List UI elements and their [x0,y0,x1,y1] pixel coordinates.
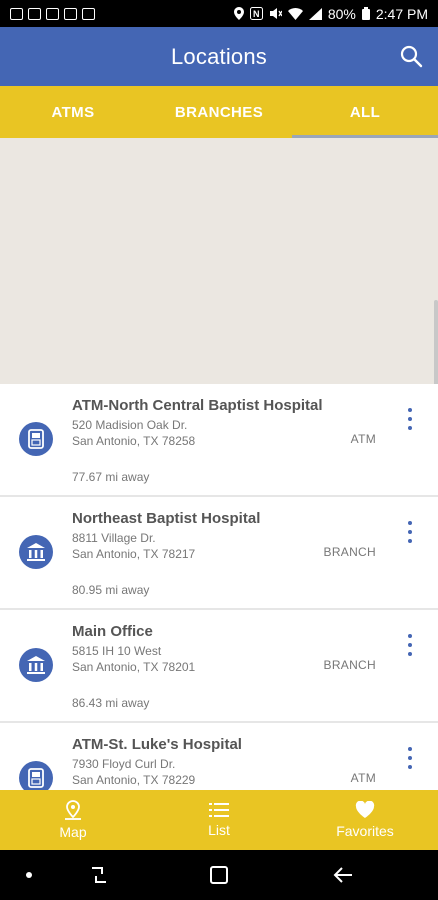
tab-all[interactable]: ALL [292,86,438,138]
system-navigation-bar [0,850,438,900]
nav-favorites[interactable]: Favorites [292,790,438,850]
location-icon [233,7,244,20]
clock: 2:47 PM [375,5,428,22]
signal-icon [308,7,322,20]
location-type: BRANCH [323,658,376,672]
svg-text:N: N [253,9,260,19]
home-icon[interactable] [208,864,230,886]
location-name: Northeast Baptist Hospital [72,510,261,527]
heart-icon [355,801,375,818]
tab-atms[interactable]: ATMS [0,86,146,138]
page-title: Locations [171,43,267,69]
location-address: 5815 IH 10 West [72,644,162,658]
dot-icon[interactable] [26,872,32,878]
list-item[interactable]: Main Office 5815 IH 10 West San Antonio,… [0,610,438,721]
location-type: ATM [350,771,376,785]
location-address: 8811 Village Dr. [72,531,156,545]
nav-favorites-label: Favorites [336,823,394,839]
bottom-navigation: Map List Favorites [0,790,438,850]
more-options-button[interactable] [404,747,416,769]
location-city: San Antonio, TX 78201 [72,660,196,674]
recents-icon[interactable] [88,864,110,886]
nav-map-label: Map [59,824,87,840]
list-item[interactable]: ATM-St. Luke's Hospital 7930 Floyd Curl … [0,723,438,790]
back-icon[interactable] [332,864,354,886]
more-options-button[interactable] [404,521,416,543]
location-name: Main Office [72,623,153,640]
nav-map[interactable]: Map [0,790,146,850]
list-icon [209,803,229,817]
list-item[interactable]: Northeast Baptist Hospital 8811 Village … [0,497,438,608]
nav-list-label: List [208,822,230,838]
notification-icon [28,7,41,20]
location-distance: 77.67 mi away [72,470,150,484]
more-options-button[interactable] [404,634,416,656]
bank-icon [19,648,53,682]
notification-icons [10,7,95,20]
wifi-icon [287,7,303,20]
location-city: San Antonio, TX 78258 [72,434,196,448]
atm-icon [19,422,53,456]
battery-percent: 80% [327,5,356,22]
search-icon [400,45,423,68]
bank-icon [19,535,53,569]
more-options-button[interactable] [404,408,416,430]
app-bar: Locations [0,27,438,86]
location-name: ATM-St. Luke's Hospital [72,736,242,753]
location-type: ATM [350,432,376,446]
search-button[interactable] [398,43,424,69]
battery-icon [361,7,370,20]
notification-icon [82,7,95,20]
location-type-tabs: ATMS BRANCHES ALL [0,86,438,138]
location-list[interactable]: ATM-North Central Baptist Hospital 520 M… [0,384,438,790]
image-icon [46,7,59,20]
notification-icon [10,7,23,20]
tab-branches[interactable]: BRANCHES [146,86,292,138]
location-name: ATM-North Central Baptist Hospital [72,397,323,414]
location-address: 7930 Floyd Curl Dr. [72,757,176,771]
map-view[interactable] [0,138,438,384]
status-bar: N 80% 2:47 PM [0,0,438,27]
location-type: BRANCH [323,545,376,559]
image-icon [64,7,77,20]
mute-icon [269,8,282,19]
atm-icon [19,761,53,790]
location-distance: 86.43 mi away [72,696,150,710]
location-city: San Antonio, TX 78229 [72,773,196,787]
nav-list[interactable]: List [146,790,292,850]
location-distance: 80.95 mi away [72,583,150,597]
location-address: 520 Madision Oak Dr. [72,418,188,432]
nfc-icon: N [249,7,263,20]
location-city: San Antonio, TX 78217 [72,547,196,561]
list-item[interactable]: ATM-North Central Baptist Hospital 520 M… [0,384,438,495]
map-pin-icon [65,800,81,820]
